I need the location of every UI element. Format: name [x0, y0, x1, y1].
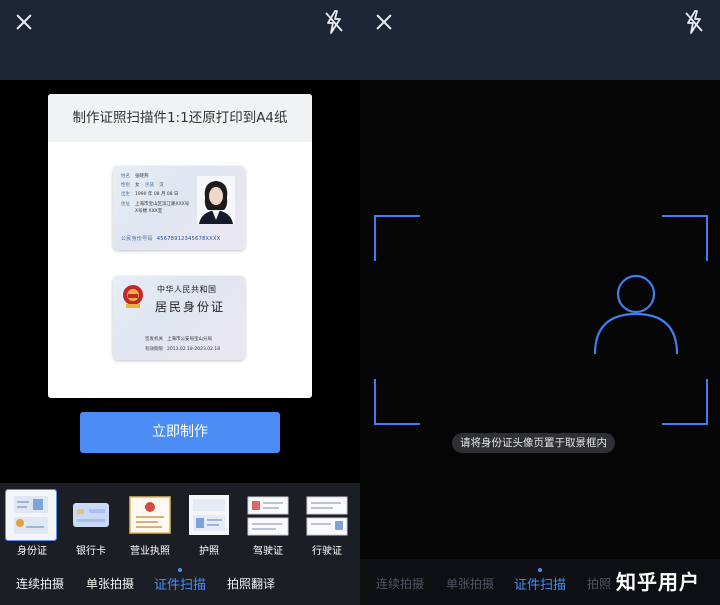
field-value: 女 — [135, 183, 140, 188]
left-screen: 制作证照扫描件1:1还原打印到A4纸 姓名 张晓燕 性别女 民族汉 出生 1990 … — [0, 0, 360, 605]
doc-type-bank-card[interactable]: 银行卡 — [63, 489, 119, 557]
close-icon[interactable] — [12, 10, 36, 34]
doc-type-passport[interactable]: 护照 — [181, 489, 237, 557]
driver-license-icon — [247, 496, 289, 536]
doc-type-label: 银行卡 — [76, 546, 106, 557]
capture-mode-tabs: 连续拍摄 单张拍摄 证件扫描 拍照翻译 — [0, 559, 360, 605]
tab-single-shot[interactable]: 单张拍摄 — [86, 575, 134, 592]
field-value: 上海市宝山区滨江路XXX号 — [135, 202, 190, 207]
active-tab-indicator — [538, 568, 542, 572]
active-tab-indicator — [178, 568, 182, 572]
field-value: 2013.02.18-2023.02.18 — [167, 347, 221, 352]
field-label: 民族 — [145, 183, 155, 188]
field-label: 签发机关 — [145, 337, 163, 342]
field-value: 张晓燕 — [135, 174, 149, 179]
doc-type-label: 身份证 — [17, 546, 47, 557]
national-emblem-icon — [123, 285, 143, 308]
tab-continuous-shoot[interactable]: 连续拍摄 — [376, 575, 424, 592]
viewfinder-corner-bottom-left — [374, 379, 420, 425]
doc-type-vehicle-license[interactable]: 行驶证 — [299, 489, 355, 557]
viewfinder-corner-top-right — [662, 215, 708, 261]
doc-type-label: 护照 — [199, 546, 219, 557]
flash-off-icon[interactable] — [682, 9, 706, 35]
top-bar — [360, 0, 720, 80]
tab-continuous-shoot[interactable]: 连续拍摄 — [16, 575, 64, 592]
doc-type-id-card[interactable]: 身份证 — [4, 489, 60, 557]
back-title-country: 中华人民共和国 — [157, 285, 217, 294]
doc-type-label: 行驶证 — [312, 546, 342, 557]
tab-single-shot[interactable]: 单张拍摄 — [446, 575, 494, 592]
id-number: 45678912345678XXXX — [156, 236, 221, 242]
passport-icon — [189, 495, 229, 535]
document-type-strip: 身份证 银行卡 营业执照 护照 驾驶证 行驶证 — [0, 483, 360, 559]
field-value: 1990 年 08 月 08 日 — [135, 192, 179, 197]
doc-type-business-license[interactable]: 营业执照 — [122, 489, 178, 557]
doc-type-label: 营业执照 — [130, 546, 170, 557]
watermark-text: 知乎用户 — [616, 570, 700, 594]
person-outline-icon — [593, 274, 679, 355]
top-bar — [0, 0, 360, 80]
viewfinder-corner-bottom-right — [662, 379, 708, 425]
field-label: 公民身份号码 — [121, 236, 153, 242]
tab-document-scan[interactable]: 证件扫描 — [154, 574, 206, 593]
tab-document-scan[interactable]: 证件扫描 — [514, 574, 566, 593]
field-label: 性别 — [121, 183, 130, 188]
field-label: 出生 — [121, 192, 130, 197]
doc-type-driver-license[interactable]: 驾驶证 — [240, 489, 296, 557]
field-label: 有效期限 — [145, 347, 163, 352]
bank-card-icon — [73, 503, 109, 527]
right-screen: 请将身份证头像页置于取景框内 连续拍摄 单张拍摄 证件扫描 拍照 知乎用户 — [360, 0, 720, 605]
id-card-front-sample: 姓名 张晓燕 性别女 民族汉 出生 1990 年 08 月 08 日 住址 上海市宝山… — [113, 166, 245, 250]
id-card-icon — [5, 489, 57, 541]
card-title: 制作证照扫描件1:1还原打印到A4纸 — [48, 94, 312, 142]
vehicle-license-icon — [306, 496, 348, 536]
close-icon[interactable] — [372, 10, 396, 34]
field-value: 汉 — [159, 183, 164, 188]
field-label: 住址 — [121, 202, 130, 207]
field-value: X号楼 XXX室 — [135, 209, 163, 214]
flash-off-icon[interactable] — [322, 9, 346, 35]
field-label: 姓名 — [121, 174, 130, 179]
tab-photo-translate[interactable]: 拍照 — [587, 575, 611, 592]
make-now-button[interactable]: 立即制作 — [80, 412, 280, 453]
field-value: 上海市公安局宝山分局 — [167, 337, 212, 342]
tab-photo-translate[interactable]: 拍照翻译 — [227, 575, 275, 592]
doc-type-label: 驾驶证 — [253, 546, 283, 557]
business-license-icon — [129, 496, 171, 534]
back-title-card: 居民身份证 — [155, 300, 226, 314]
scan-hint: 请将身份证头像页置于取景框内 — [452, 433, 615, 453]
viewfinder-corner-top-left — [374, 215, 420, 261]
portrait-photo — [197, 176, 235, 224]
example-card: 制作证照扫描件1:1还原打印到A4纸 姓名 张晓燕 性别女 民族汉 出生 1990 … — [48, 94, 312, 398]
id-card-back-sample: 中华人民共和国 居民身份证 签发机关 上海市公安局宝山分局 有效期限 2013.02… — [113, 276, 245, 360]
